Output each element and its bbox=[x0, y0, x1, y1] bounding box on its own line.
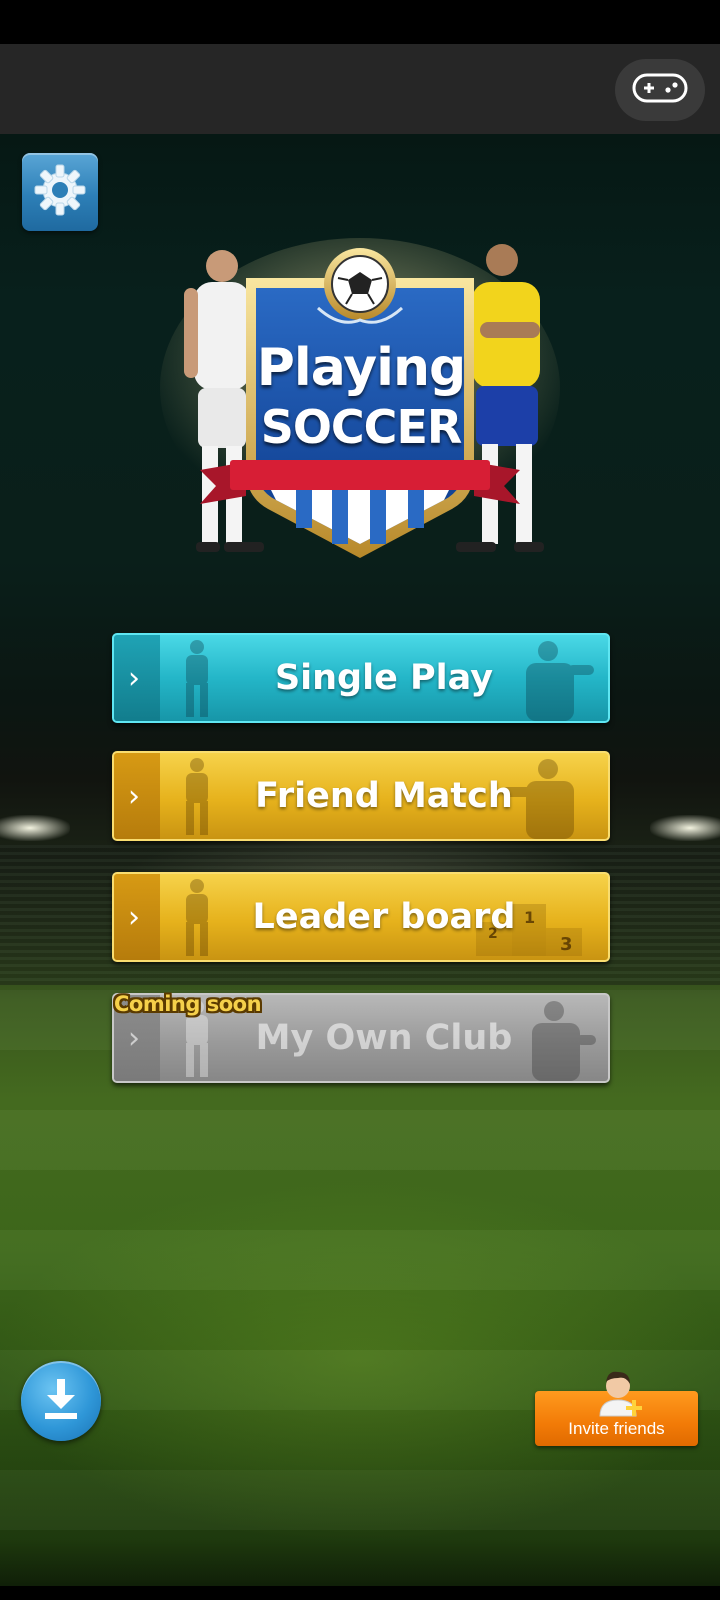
chevron-right-icon: › bbox=[128, 899, 140, 935]
add-friend-icon bbox=[590, 1364, 650, 1424]
gear-icon bbox=[31, 161, 89, 223]
chevron-right-icon: › bbox=[128, 778, 140, 814]
game-main-menu: Playing SOCCER › Single Play › Friend Ma… bbox=[0, 0, 720, 1600]
game-controller-button[interactable] bbox=[615, 59, 705, 121]
friend-match-label: Friend Match bbox=[255, 776, 513, 816]
gamepad-icon bbox=[632, 72, 688, 108]
game-logo: Playing SOCCER bbox=[150, 238, 570, 578]
download-button[interactable] bbox=[21, 1361, 101, 1441]
stadium-light-right bbox=[650, 815, 720, 841]
download-icon bbox=[41, 1377, 81, 1425]
single-play-label: Single Play bbox=[274, 658, 494, 698]
stadium-light-left bbox=[0, 815, 70, 841]
logo-title-line1: Playing bbox=[256, 338, 466, 398]
bottom-system-bar bbox=[0, 1586, 720, 1600]
leaderboard-button[interactable]: › 1 2 3 Leader board bbox=[112, 872, 610, 962]
coming-soon-badge: Coming soon bbox=[114, 992, 262, 1016]
single-play-button[interactable]: › Single Play bbox=[112, 633, 610, 723]
settings-button[interactable] bbox=[22, 153, 98, 231]
leaderboard-label: Leader board bbox=[252, 897, 516, 937]
logo-title-line2: SOCCER bbox=[260, 400, 463, 454]
friend-match-button[interactable]: › Friend Match bbox=[112, 751, 610, 841]
chevron-right-icon: › bbox=[128, 660, 140, 696]
